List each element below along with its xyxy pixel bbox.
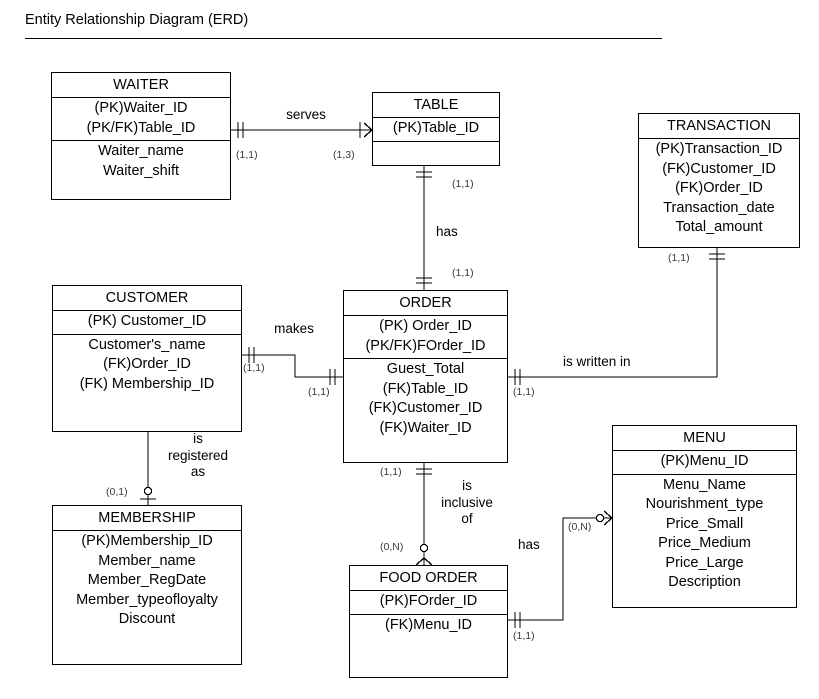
entity-waiter-name: WAITER — [52, 73, 230, 98]
entity-table-name: TABLE — [373, 93, 499, 118]
cardinality-makes-order: (1,1) — [308, 386, 330, 398]
cardinality-is-written-in-order: (1,1) — [513, 386, 535, 398]
entity-food-order-keys: (PK)FOrder_ID — [350, 591, 507, 615]
entity-order-attributes: Guest_Total (FK)Table_ID (FK)Customer_ID… — [368, 361, 483, 436]
relationship-label-makes: makes — [274, 321, 314, 336]
entity-menu-keys: (PK)Menu_ID — [613, 451, 796, 475]
entity-membership-name: MEMBERSHIP — [53, 506, 241, 531]
entity-transaction-keys: (PK)Transaction_ID (FK)Customer_ID (FK)O… — [655, 141, 783, 235]
entity-membership[interactable]: MEMBERSHIP (PK)Membership_ID Member_name… — [52, 505, 242, 665]
cardinality-serves-table: (1,3) — [333, 149, 355, 161]
entity-order-name: ORDER — [344, 291, 507, 316]
cardinality-has-order: (1,1) — [452, 267, 474, 279]
entity-customer-keys: (PK) Customer_ID — [53, 311, 241, 335]
entity-customer-attributes: Customer's_name (FK)Order_ID (FK) Member… — [79, 336, 215, 392]
cardinality-menu-has-menu: (0,N) — [568, 521, 592, 533]
entity-menu-attributes: Menu_Name Nourishment_type Price_Small P… — [645, 476, 764, 591]
relationship-label-is-registered-as: is registered as — [167, 431, 229, 479]
entity-menu-name: MENU — [613, 426, 796, 451]
entity-table-attributes — [373, 142, 499, 166]
entity-food-order[interactable]: FOOD ORDER (PK)FOrder_ID (FK)Menu_ID — [349, 565, 508, 678]
entity-customer-name: CUSTOMER — [53, 286, 241, 311]
cardinality-is-written-in-transaction: (1,1) — [668, 252, 690, 264]
entity-order-keys: (PK) Order_ID (PK/FK)FOrder_ID — [344, 316, 507, 359]
relationship-label-is-inclusive-of: is inclusive of — [441, 478, 493, 526]
entity-food-order-name: FOOD ORDER — [350, 566, 507, 591]
cardinality-is-registered-as-membership: (0,1) — [106, 486, 128, 498]
cardinality-menu-has-food-order: (1,1) — [513, 630, 535, 642]
entity-order[interactable]: ORDER (PK) Order_ID (PK/FK)FOrder_ID Gue… — [343, 290, 508, 463]
entity-food-order-attributes: (FK)Menu_ID — [384, 616, 473, 633]
entity-transaction-name: TRANSACTION — [639, 114, 799, 139]
entity-table-keys: (PK)Table_ID — [373, 118, 499, 142]
relationship-label-table-has-order: has — [436, 224, 458, 239]
erd-diagram: Entity Relationship Diagram (ERD) WAITER… — [0, 0, 819, 699]
cardinality-serves-waiter: (1,1) — [236, 149, 258, 161]
cardinality-is-inclusive-of-food-order: (0,N) — [380, 541, 404, 553]
cardinality-makes-customer: (1,1) — [243, 362, 265, 374]
relationship-label-is-written-in: is written in — [563, 354, 631, 369]
entity-waiter-attributes: Waiter_name Waiter_shift — [98, 143, 184, 179]
entity-waiter-keys: (PK)Waiter_ID (PK/FK)Table_ID — [52, 98, 230, 141]
relationship-label-menu-has: has — [518, 537, 540, 552]
entity-menu[interactable]: MENU (PK)Menu_ID Menu_Name Nourishment_t… — [612, 425, 797, 608]
cardinality-has-table: (1,1) — [452, 178, 474, 190]
entity-waiter[interactable]: WAITER (PK)Waiter_ID (PK/FK)Table_ID Wai… — [51, 72, 231, 200]
entity-membership-attributes: (PK)Membership_ID Member_name Member_Reg… — [76, 533, 218, 627]
entity-customer[interactable]: CUSTOMER (PK) Customer_ID Customer's_nam… — [52, 285, 242, 432]
relationship-label-serves: serves — [286, 107, 326, 122]
cardinality-is-inclusive-of-order: (1,1) — [380, 466, 402, 478]
entity-table[interactable]: TABLE (PK)Table_ID — [372, 92, 500, 166]
entity-transaction[interactable]: TRANSACTION (PK)Transaction_ID (FK)Custo… — [638, 113, 800, 248]
